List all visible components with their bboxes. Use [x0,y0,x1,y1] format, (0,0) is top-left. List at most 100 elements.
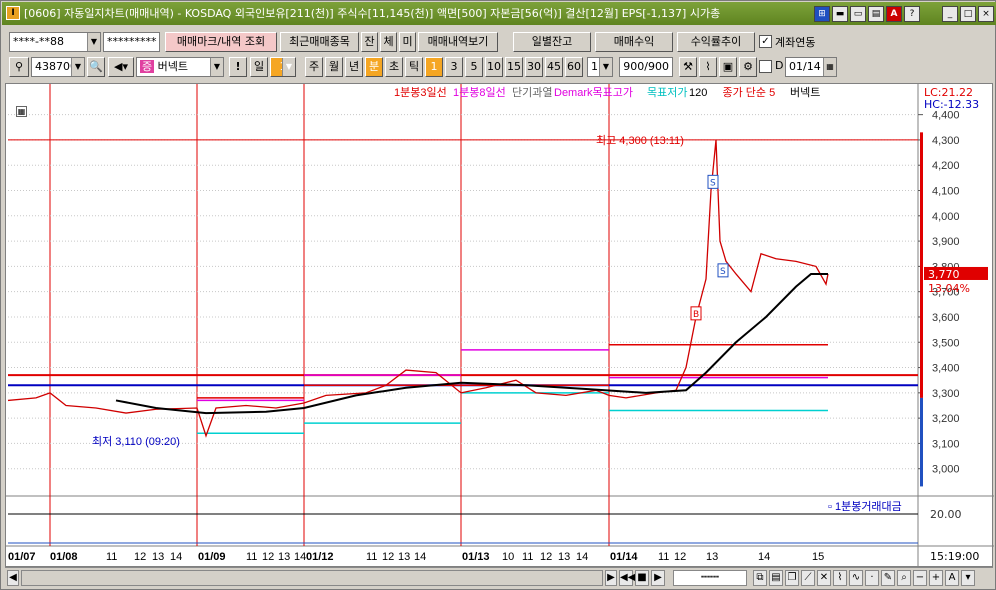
copy-icon[interactable]: ❐ [785,570,799,586]
title-bar[interactable]: I [0606] 자동일지차트(매매내역) - KOSDAQ 외국인보유[211… [2,2,996,25]
interval-15[interactable]: 15 [505,57,523,77]
che-button[interactable]: 체 [380,32,397,52]
chevron-down-icon[interactable]: ▼ [599,58,612,76]
x-tick-label: 14 [170,551,182,563]
calendar-icon[interactable]: ▦ [823,58,836,76]
interval-1[interactable]: 1 [425,57,443,77]
x-tick-label: 13 [706,551,718,563]
chevron-down-icon[interactable]: ▼ [71,58,84,76]
hc-label: HC:-12.33 [924,98,979,111]
interval-45[interactable]: 45 [545,57,563,77]
fib-icon[interactable]: ⌇ [833,570,847,586]
scroll-left-icon[interactable]: ◀ [7,570,19,586]
sell-marker-label: S [710,178,716,188]
save-icon[interactable]: ▣ [719,57,737,77]
account-link-checkbox[interactable]: ✓ [759,35,772,48]
zoom-icon[interactable]: ⌕ [897,570,911,586]
acrobat-icon[interactable]: A [886,6,902,22]
zoom-in-icon[interactable]: + [929,570,943,586]
recent-trades-button[interactable]: 최근매매종목 [280,32,359,52]
trade-view-button[interactable]: 매매내역보기 [418,32,498,52]
interval-3[interactable]: 3 [445,57,463,77]
menu-icon[interactable]: ▾ [961,570,975,586]
stock-name: 버넥트 [157,60,188,73]
x-tick-label: 01/12 [306,551,334,563]
scroll-right-icon[interactable]: ▶ [605,570,617,586]
pen-icon[interactable]: ✎ [881,570,895,586]
x-tick-label: 11 [366,551,377,563]
zoom-out-icon[interactable]: − [913,570,927,586]
high-annotation: 최고 4,300 (13:11) [596,134,684,147]
help-icon[interactable]: ? [904,6,920,22]
maximize-icon[interactable]: □ [960,6,976,22]
chart-area[interactable]: 4,4004,3004,2004,1004,0003,9003,8003,700… [5,83,994,568]
interval-10[interactable]: 10 [485,57,503,77]
count-select[interactable]: 1 ▼ [587,57,613,77]
price-chart[interactable]: 4,4004,3004,2004,1004,0003,9003,8003,700… [6,84,994,568]
cycle-icon[interactable]: ∿ [849,570,863,586]
y-tick-label: 4,100 [932,186,960,198]
chevron-down-icon[interactable]: ▼ [87,33,100,51]
account-link-label: 계좌연동 [775,36,816,49]
link-icon[interactable]: ⊞ [814,6,830,22]
date-field[interactable]: 01/14 ▦ [785,57,837,77]
day-value-select[interactable]: 1▼ [270,57,296,77]
search-icon[interactable]: 🔍 [87,57,105,77]
speaker-icon[interactable]: ◀▾ [108,57,134,77]
week-button[interactable]: 주 [305,57,323,77]
range-field[interactable]: 900/900 [619,57,673,77]
y-tick-label: 4,400 [932,110,960,122]
chevron-down-icon[interactable]: ▼ [210,58,223,76]
year-button[interactable]: 년 [345,57,363,77]
scroll-track[interactable] [21,570,603,586]
line-icon[interactable]: ⟋ [801,570,815,586]
close-icon[interactable]: × [978,6,994,22]
interval-60[interactable]: 60 [565,57,583,77]
jan-button[interactable]: 잔 [361,32,378,52]
grid-icon[interactable]: ▦ [16,106,27,117]
zoom-slider[interactable]: ┅┅┅ [673,570,747,586]
minus-icon[interactable]: ▬ [832,6,848,22]
interval-30[interactable]: 30 [525,57,543,77]
sub-pane-label: ▫ 1분봉거래대금 [828,500,902,513]
stock-code-input[interactable]: 438700 ▼ [31,57,85,77]
x-tick-label: 01/08 [50,551,78,563]
return-rate-button[interactable]: 수익률추이 [677,32,755,52]
account-select[interactable]: ****-**88 ▼ [9,32,101,52]
minute-button[interactable]: 분 [365,57,383,77]
play-icon[interactable]: ▶ [651,570,665,586]
tick-button[interactable]: 틱 [405,57,423,77]
alert-button[interactable]: ! [229,57,247,77]
mi-button[interactable]: 미 [399,32,416,52]
date-checkbox[interactable] [759,60,772,73]
second-button[interactable]: 초 [385,57,403,77]
chevron-down-icon[interactable]: ▼ [282,58,295,76]
rewind-icon[interactable]: ◀◀ [619,570,635,586]
font-icon[interactable]: A [945,570,959,586]
table-icon[interactable]: ▤ [769,570,783,586]
window-icon[interactable]: ▭ [850,6,866,22]
chart-tool-icon[interactable]: ⌇ [699,57,717,77]
cross-icon[interactable]: ✕ [817,570,831,586]
trade-mark-button[interactable]: 매매마크/내역 조회 [165,32,277,52]
layout-icon[interactable]: ⧉ [753,570,767,586]
x-tick-label: 11 [522,551,533,563]
print-icon[interactable]: ▤ [868,6,884,22]
legend-item: 120 [689,87,707,99]
gear-icon[interactable]: ⚙ [739,57,757,77]
legend-item: 1분봉3일선 [394,85,447,99]
daily-balance-button[interactable]: 일별잔고 [513,32,591,52]
month-button[interactable]: 월 [325,57,343,77]
stop-icon[interactable]: ■ [635,570,649,586]
minimize-icon[interactable]: _ [942,6,958,22]
count-value: 1 [591,60,598,73]
interval-5[interactable]: 5 [465,57,483,77]
pin-icon[interactable]: ⚲ [9,57,29,77]
trade-profit-button[interactable]: 매매수익 [595,32,673,52]
tool-icon[interactable]: ⚒ [679,57,697,77]
stock-name-field[interactable]: 증 버넥트 ▼ [136,57,224,77]
day-button[interactable]: 일 [250,57,268,77]
password-field[interactable]: ********* [103,32,160,52]
dot-icon[interactable]: · [865,570,879,586]
account-id: ****-**88 [13,35,64,48]
